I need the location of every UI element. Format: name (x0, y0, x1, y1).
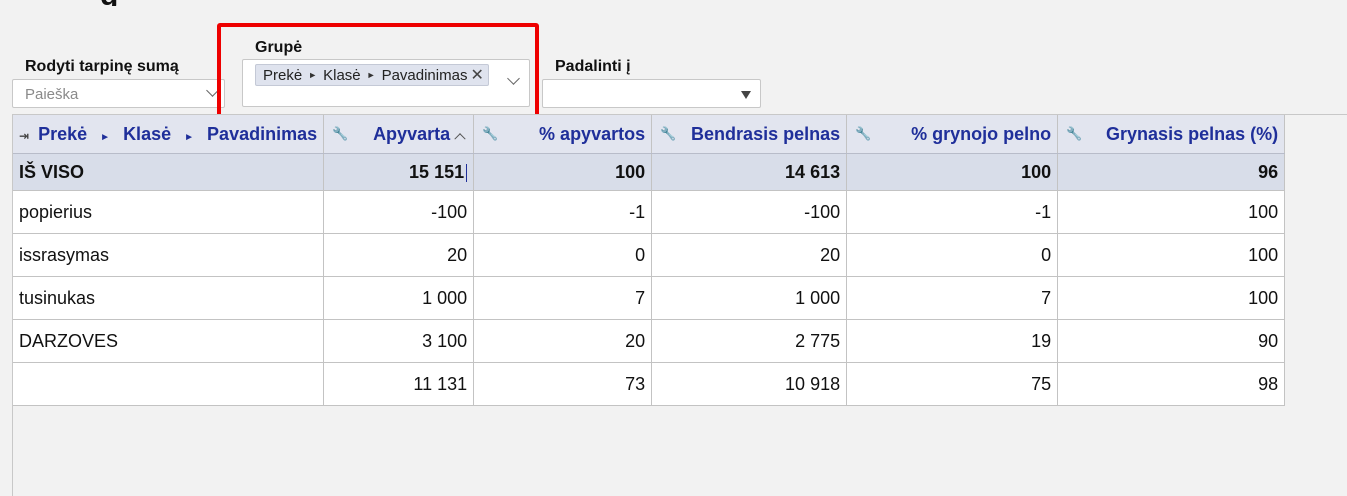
table-cell: 1 000 (323, 276, 475, 320)
column-header-apyvartos-percent[interactable]: 🔧 % apyvartos (473, 115, 653, 154)
wrench-icon[interactable]: 🔧 (855, 115, 871, 153)
wrench-icon[interactable]: 🔧 (660, 115, 676, 153)
table-cell: 90 (1057, 319, 1286, 363)
table-cell: 100 (846, 153, 1059, 191)
column-header-grynasis-pelnas[interactable]: 🔧 Grynasis pelnas (%) (1057, 115, 1286, 154)
table-cell: 3 100 (323, 319, 475, 363)
column-header-grynojo-pelno-percent[interactable]: 🔧 % grynojo pelno (846, 115, 1059, 154)
wrench-icon[interactable]: 🔧 (332, 115, 348, 153)
table-cell: -1 (846, 190, 1059, 234)
table-cell: 19 (846, 319, 1059, 363)
table-cell: 0 (846, 233, 1059, 277)
subtotal-select[interactable]: Paieška (12, 79, 225, 108)
table-cell: 100 (1057, 276, 1286, 320)
column-header-bendrasis-pelnas[interactable]: 🔧 Bendrasis pelnas (651, 115, 848, 154)
table-cell: 100 (473, 153, 653, 191)
column-header-label: Bendrasis pelnas (691, 124, 841, 144)
table-cell: 96 (1057, 153, 1286, 191)
column-marker (466, 163, 468, 182)
total-row[interactable]: IŠ VISO 15 151 100 14 613 100 96 (13, 153, 1286, 191)
table-cell: 7 (846, 276, 1059, 320)
report-grid: ⇥ Prekė ► Klasė ► Pavadinimas 🔧 Apyvarta (12, 114, 1347, 496)
table-cell: 100 (1057, 190, 1286, 234)
subtotal-label: Rodyti tarpinę sumą (25, 58, 179, 75)
group-header-item: Prekė (38, 124, 88, 144)
wrench-icon[interactable]: 🔧 (1066, 115, 1082, 153)
table-cell: 1 000 (651, 276, 848, 320)
table-cell: 100 (1057, 233, 1286, 277)
table-cell: 75 (846, 362, 1059, 406)
cell-value: 15 151 (409, 161, 465, 182)
column-header-label: Apyvarta (373, 124, 451, 144)
column-header-label: % apyvartos (539, 124, 646, 144)
group-header-name: Pavadinimas (207, 124, 318, 144)
table-cell: 20 (651, 233, 848, 277)
table-cell: 14 613 (651, 153, 848, 191)
row-label: issrasymas (13, 233, 325, 277)
table-cell: 2 775 (651, 319, 848, 363)
report-page: g Rodyti tarpinę sumą Paieška Grupė Prek… (0, 0, 1347, 496)
table-row[interactable]: tusinukas 1 000 7 1 000 7 100 (13, 276, 1286, 320)
table-cell: 20 (473, 319, 653, 363)
table-cell: 15 151 (323, 153, 475, 191)
wrench-icon[interactable]: 🔧 (482, 115, 498, 153)
pin-icon[interactable]: ⇥ (19, 129, 29, 143)
row-label: DARZOVES (13, 319, 325, 363)
table-cell: 0 (473, 233, 653, 277)
table-cell: 11 131 (323, 362, 475, 406)
table-cell: -1 (473, 190, 653, 234)
table-row[interactable]: popierius -100 -1 -100 -1 100 (13, 190, 1286, 234)
split-label: Padalinti į (555, 58, 631, 75)
table-cell: 98 (1057, 362, 1286, 406)
table-cell: 7 (473, 276, 653, 320)
table-cell: -100 (651, 190, 848, 234)
dropdown-triangle-icon (741, 91, 751, 99)
row-label: popierius (13, 190, 325, 234)
page-title-fragment: g (100, 0, 160, 6)
group-header-class: Klasė (123, 124, 172, 144)
chevron-right-icon: ► (100, 132, 111, 143)
table-cell: 20 (323, 233, 475, 277)
chevron-right-icon: ► (184, 132, 195, 143)
report-table: ⇥ Prekė ► Klasė ► Pavadinimas 🔧 Apyvarta (13, 115, 1286, 406)
highlight-frame (217, 23, 539, 118)
column-header-apyvarta[interactable]: 🔧 Apyvarta (323, 115, 475, 154)
table-row[interactable]: 11 131 73 10 918 75 98 (13, 362, 1286, 406)
row-label: tusinukas (13, 276, 325, 320)
group-column-header[interactable]: ⇥ Prekė ► Klasė ► Pavadinimas (13, 115, 325, 154)
split-select[interactable] (542, 79, 761, 108)
column-header-label: Grynasis pelnas (%) (1106, 124, 1279, 144)
table-cell: -100 (323, 190, 475, 234)
sort-ascending-icon[interactable] (454, 133, 466, 145)
total-label: IŠ VISO (13, 153, 325, 191)
subtotal-search-placeholder: Paieška (25, 86, 79, 103)
row-label (13, 362, 325, 406)
table-cell: 73 (473, 362, 653, 406)
table-cell: 10 918 (651, 362, 848, 406)
table-row[interactable]: issrasymas 20 0 20 0 100 (13, 233, 1286, 277)
column-header-label: % grynojo pelno (911, 124, 1052, 144)
table-row[interactable]: DARZOVES 3 100 20 2 775 19 90 (13, 319, 1286, 363)
